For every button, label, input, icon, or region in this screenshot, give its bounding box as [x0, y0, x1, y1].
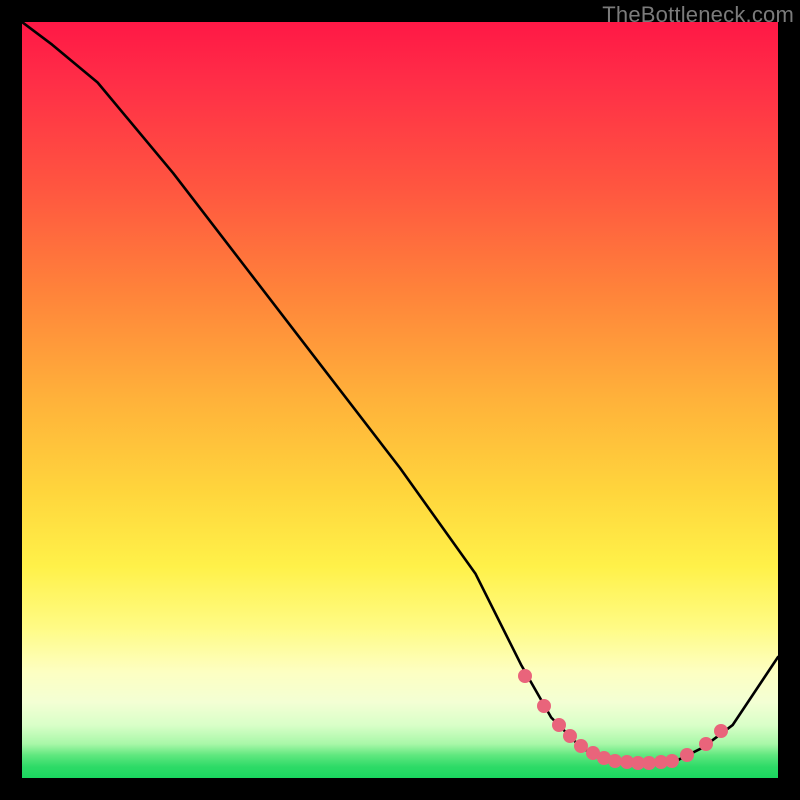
- data-marker: [665, 754, 679, 768]
- marker-layer: [22, 22, 778, 778]
- data-marker: [699, 737, 713, 751]
- data-marker: [518, 669, 532, 683]
- data-marker: [680, 748, 694, 762]
- watermark-text: TheBottleneck.com: [602, 2, 794, 28]
- data-marker: [552, 718, 566, 732]
- plot-area: [22, 22, 778, 778]
- chart-container: TheBottleneck.com: [0, 0, 800, 800]
- data-marker: [714, 724, 728, 738]
- data-marker: [537, 699, 551, 713]
